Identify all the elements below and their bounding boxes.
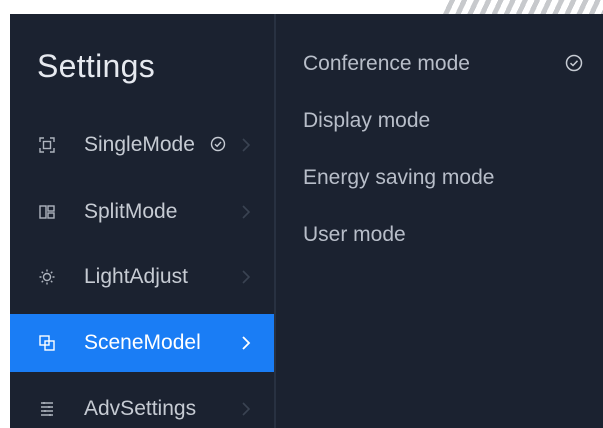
scene-option-label: Display mode bbox=[303, 109, 431, 132]
sidebar-item-label: SingleMode bbox=[84, 133, 195, 156]
check-circle-icon bbox=[210, 136, 226, 152]
scene-layers-icon bbox=[39, 335, 55, 351]
single-screen-icon bbox=[39, 137, 55, 153]
sidebar-item-label: LightAdjust bbox=[84, 265, 188, 288]
settings-sidebar: Settings SingleMode SplitMode LightAdjus… bbox=[10, 14, 274, 428]
scene-option-label: User mode bbox=[303, 223, 406, 246]
scene-option-label: Conference mode bbox=[303, 52, 470, 75]
sidebar-item-adv-settings[interactable]: AdvSettings bbox=[10, 381, 274, 428]
chevron-right-icon bbox=[241, 336, 251, 350]
sidebar-item-split-mode[interactable]: SplitMode bbox=[10, 184, 274, 240]
chevron-right-icon bbox=[241, 270, 251, 284]
settings-title: Settings bbox=[37, 48, 156, 84]
scene-option-user[interactable]: User mode bbox=[303, 215, 583, 255]
scene-option-display[interactable]: Display mode bbox=[303, 101, 583, 141]
check-circle-icon bbox=[565, 54, 583, 72]
sidebar-item-label: AdvSettings bbox=[84, 397, 197, 420]
scene-option-label: Energy saving mode bbox=[303, 166, 495, 189]
brightness-icon bbox=[39, 269, 55, 285]
sidebar-item-light-adjust[interactable]: LightAdjust bbox=[10, 249, 274, 305]
chevron-right-icon bbox=[241, 402, 251, 416]
scene-option-conference[interactable]: Conference mode bbox=[303, 44, 583, 84]
chevron-right-icon bbox=[241, 205, 251, 219]
sidebar-item-label: SceneModel bbox=[84, 331, 201, 354]
settings-window: Settings SingleMode SplitMode LightAdjus… bbox=[10, 14, 603, 428]
scene-option-energy-saving[interactable]: Energy saving mode bbox=[303, 158, 583, 198]
sidebar-item-scene-model[interactable]: SceneModel bbox=[10, 314, 274, 372]
scene-options-panel: Conference mode Display mode Energy savi… bbox=[276, 14, 603, 428]
sidebar-item-single-mode[interactable]: SingleMode bbox=[10, 117, 274, 173]
sidebar-item-label: SplitMode bbox=[84, 200, 178, 223]
chevron-right-icon bbox=[241, 138, 251, 152]
advanced-settings-icon bbox=[39, 401, 55, 417]
split-screen-icon bbox=[39, 204, 55, 220]
